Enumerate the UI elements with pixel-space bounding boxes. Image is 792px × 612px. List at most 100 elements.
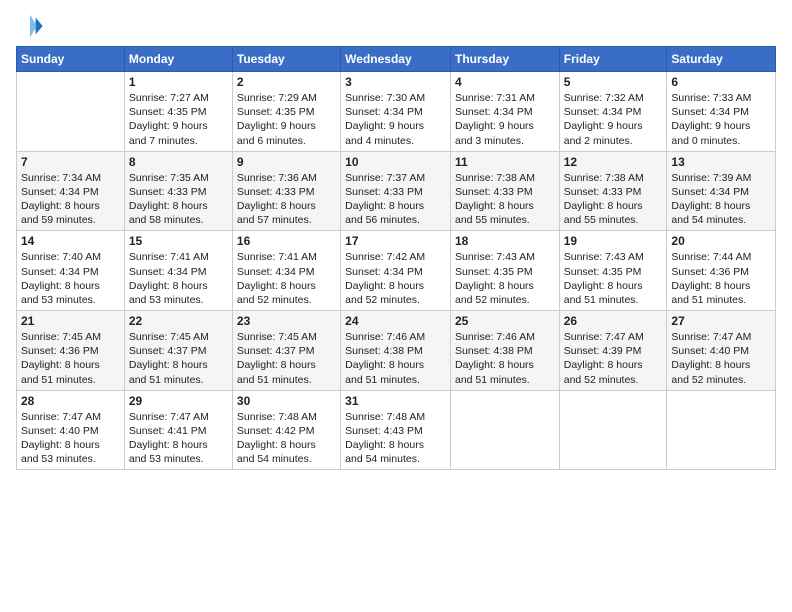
day-of-week-header: Thursday	[450, 47, 559, 72]
calendar-cell: 7Sunrise: 7:34 AM Sunset: 4:34 PM Daylig…	[17, 151, 125, 231]
day-number: 3	[345, 75, 446, 89]
day-number: 10	[345, 155, 446, 169]
day-number: 20	[671, 234, 771, 248]
calendar-cell: 20 Sunrise: 7:44 AM Sunset: 4:36 PM Dayli…	[667, 231, 776, 311]
calendar-cell: 9 Sunrise: 7:36 AM Sunset: 4:33 PM Daylig…	[232, 151, 340, 231]
day-number: 25	[455, 314, 555, 328]
calendar-week-row: 14 Sunrise: 7:40 AM Sunset: 4:34 PM Dayli…	[17, 231, 776, 311]
cell-info: Sunrise: 7:27 AM Sunset: 4:35 PM Dayligh…	[129, 91, 228, 148]
day-number: 29	[129, 394, 228, 408]
cell-info: Sunrise: 7:31 AM Sunset: 4:34 PM Dayligh…	[455, 91, 555, 148]
cell-info: Sunrise: 7:45 AM Sunset: 4:37 PM Dayligh…	[129, 330, 228, 387]
day-number: 28	[21, 394, 120, 408]
calendar-cell: 6Sunrise: 7:33 AM Sunset: 4:34 PM Daylig…	[667, 72, 776, 152]
logo	[16, 12, 48, 40]
calendar-cell: 3 Sunrise: 7:30 AM Sunset: 4:34 PM Daylig…	[341, 72, 451, 152]
cell-info: Sunrise: 7:47 AM Sunset: 4:40 PM Dayligh…	[671, 330, 771, 387]
day-number: 27	[671, 314, 771, 328]
day-number: 1	[129, 75, 228, 89]
calendar-week-row: 1 Sunrise: 7:27 AM Sunset: 4:35 PM Daylig…	[17, 72, 776, 152]
cell-info: Sunrise: 7:46 AM Sunset: 4:38 PM Dayligh…	[345, 330, 446, 387]
day-number: 2	[237, 75, 336, 89]
calendar-cell: 28 Sunrise: 7:47 AM Sunset: 4:40 PM Dayli…	[17, 390, 125, 470]
calendar-cell: 1 Sunrise: 7:27 AM Sunset: 4:35 PM Daylig…	[124, 72, 232, 152]
calendar-cell: 11 Sunrise: 7:38 AM Sunset: 4:33 PM Dayli…	[450, 151, 559, 231]
day-number: 5	[564, 75, 663, 89]
calendar-week-row: 28 Sunrise: 7:47 AM Sunset: 4:40 PM Dayli…	[17, 390, 776, 470]
cell-info: Sunrise: 7:40 AM Sunset: 4:34 PM Dayligh…	[21, 250, 120, 307]
cell-info: Sunrise: 7:38 AM Sunset: 4:33 PM Dayligh…	[455, 171, 555, 228]
day-number: 24	[345, 314, 446, 328]
day-number: 21	[21, 314, 120, 328]
calendar-cell: 30Sunrise: 7:48 AM Sunset: 4:42 PM Dayli…	[232, 390, 340, 470]
cell-info: Sunrise: 7:36 AM Sunset: 4:33 PM Dayligh…	[237, 171, 336, 228]
calendar-cell: 27 Sunrise: 7:47 AM Sunset: 4:40 PM Dayli…	[667, 311, 776, 391]
day-of-week-header: Monday	[124, 47, 232, 72]
calendar-cell: 12 Sunrise: 7:38 AM Sunset: 4:33 PM Dayli…	[559, 151, 667, 231]
calendar-cell: 24 Sunrise: 7:46 AM Sunset: 4:38 PM Dayli…	[341, 311, 451, 391]
day-number: 23	[237, 314, 336, 328]
header	[16, 12, 776, 40]
day-number: 11	[455, 155, 555, 169]
cell-info: Sunrise: 7:41 AM Sunset: 4:34 PM Dayligh…	[129, 250, 228, 307]
day-number: 22	[129, 314, 228, 328]
cell-info: Sunrise: 7:33 AM Sunset: 4:34 PM Dayligh…	[671, 91, 771, 148]
day-number: 4	[455, 75, 555, 89]
cell-info: Sunrise: 7:38 AM Sunset: 4:33 PM Dayligh…	[564, 171, 663, 228]
cell-info: Sunrise: 7:43 AM Sunset: 4:35 PM Dayligh…	[455, 250, 555, 307]
calendar-cell: 29 Sunrise: 7:47 AM Sunset: 4:41 PM Dayli…	[124, 390, 232, 470]
day-number: 31	[345, 394, 446, 408]
calendar-cell: 18 Sunrise: 7:43 AM Sunset: 4:35 PM Dayli…	[450, 231, 559, 311]
calendar-cell: 15 Sunrise: 7:41 AM Sunset: 4:34 PM Dayli…	[124, 231, 232, 311]
calendar-cell	[667, 390, 776, 470]
day-number: 30	[237, 394, 336, 408]
day-number: 15	[129, 234, 228, 248]
calendar-week-row: 21 Sunrise: 7:45 AM Sunset: 4:36 PM Dayli…	[17, 311, 776, 391]
cell-info: Sunrise: 7:34 AM Sunset: 4:34 PM Dayligh…	[21, 171, 120, 228]
cell-info: Sunrise: 7:44 AM Sunset: 4:36 PM Dayligh…	[671, 250, 771, 307]
day-number: 17	[345, 234, 446, 248]
calendar-cell	[17, 72, 125, 152]
day-number: 18	[455, 234, 555, 248]
day-number: 19	[564, 234, 663, 248]
day-number: 9	[237, 155, 336, 169]
day-of-week-header: Friday	[559, 47, 667, 72]
calendar-cell: 14 Sunrise: 7:40 AM Sunset: 4:34 PM Dayli…	[17, 231, 125, 311]
cell-info: Sunrise: 7:47 AM Sunset: 4:40 PM Dayligh…	[21, 410, 120, 467]
calendar-cell: 19 Sunrise: 7:43 AM Sunset: 4:35 PM Dayli…	[559, 231, 667, 311]
calendar-cell: 13Sunrise: 7:39 AM Sunset: 4:34 PM Dayli…	[667, 151, 776, 231]
calendar-cell: 25 Sunrise: 7:46 AM Sunset: 4:38 PM Dayli…	[450, 311, 559, 391]
cell-info: Sunrise: 7:30 AM Sunset: 4:34 PM Dayligh…	[345, 91, 446, 148]
cell-info: Sunrise: 7:32 AM Sunset: 4:34 PM Dayligh…	[564, 91, 663, 148]
cell-info: Sunrise: 7:47 AM Sunset: 4:39 PM Dayligh…	[564, 330, 663, 387]
day-number: 8	[129, 155, 228, 169]
day-number: 12	[564, 155, 663, 169]
cell-info: Sunrise: 7:45 AM Sunset: 4:36 PM Dayligh…	[21, 330, 120, 387]
day-of-week-header: Wednesday	[341, 47, 451, 72]
day-number: 14	[21, 234, 120, 248]
calendar-cell: 31Sunrise: 7:48 AM Sunset: 4:43 PM Dayli…	[341, 390, 451, 470]
calendar-cell	[450, 390, 559, 470]
calendar-cell: 17Sunrise: 7:42 AM Sunset: 4:34 PM Dayli…	[341, 231, 451, 311]
day-number: 16	[237, 234, 336, 248]
page-container: SundayMondayTuesdayWednesdayThursdayFrid…	[0, 0, 792, 478]
cell-info: Sunrise: 7:29 AM Sunset: 4:35 PM Dayligh…	[237, 91, 336, 148]
calendar-cell: 8 Sunrise: 7:35 AM Sunset: 4:33 PM Daylig…	[124, 151, 232, 231]
cell-info: Sunrise: 7:47 AM Sunset: 4:41 PM Dayligh…	[129, 410, 228, 467]
cell-info: Sunrise: 7:43 AM Sunset: 4:35 PM Dayligh…	[564, 250, 663, 307]
cell-info: Sunrise: 7:41 AM Sunset: 4:34 PM Dayligh…	[237, 250, 336, 307]
day-number: 26	[564, 314, 663, 328]
calendar-header-row: SundayMondayTuesdayWednesdayThursdayFrid…	[17, 47, 776, 72]
cell-info: Sunrise: 7:37 AM Sunset: 4:33 PM Dayligh…	[345, 171, 446, 228]
cell-info: Sunrise: 7:35 AM Sunset: 4:33 PM Dayligh…	[129, 171, 228, 228]
calendar-cell: 10 Sunrise: 7:37 AM Sunset: 4:33 PM Dayli…	[341, 151, 451, 231]
calendar-cell: 2 Sunrise: 7:29 AM Sunset: 4:35 PM Daylig…	[232, 72, 340, 152]
day-of-week-header: Saturday	[667, 47, 776, 72]
logo-icon	[16, 12, 44, 40]
day-number: 13	[671, 155, 771, 169]
cell-info: Sunrise: 7:45 AM Sunset: 4:37 PM Dayligh…	[237, 330, 336, 387]
day-of-week-header: Sunday	[17, 47, 125, 72]
calendar-cell	[559, 390, 667, 470]
cell-info: Sunrise: 7:46 AM Sunset: 4:38 PM Dayligh…	[455, 330, 555, 387]
calendar-cell: 26 Sunrise: 7:47 AM Sunset: 4:39 PM Dayli…	[559, 311, 667, 391]
